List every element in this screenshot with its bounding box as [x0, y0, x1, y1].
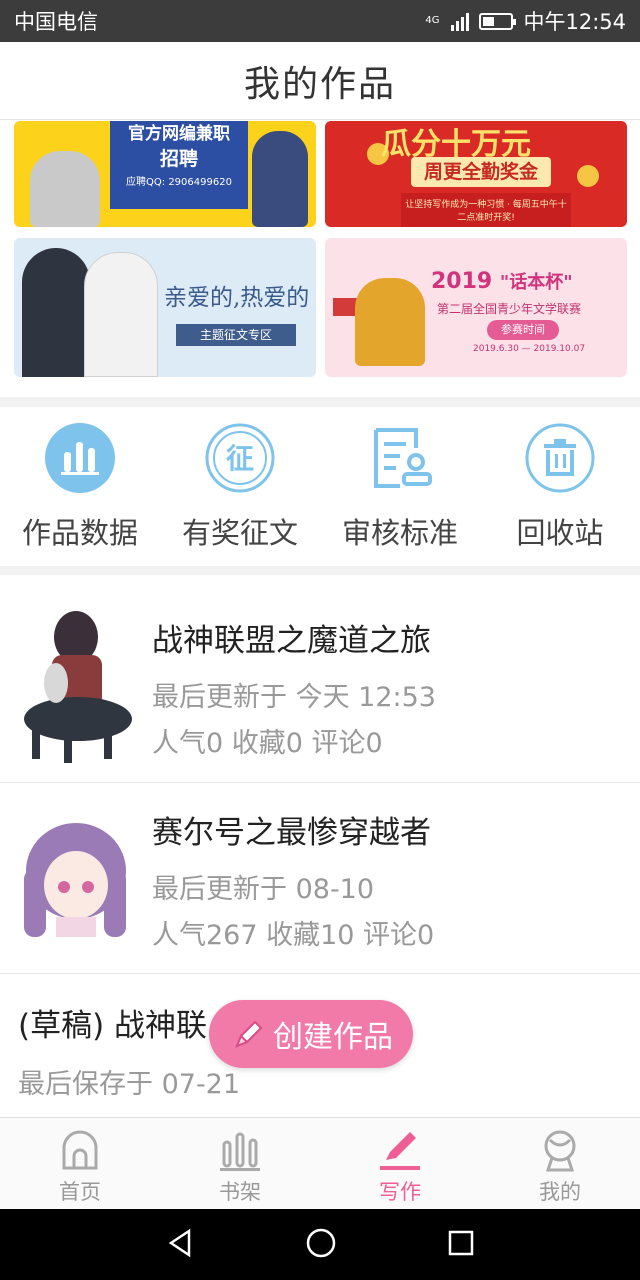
draft-title: (草稿) 战神联	[18, 1008, 208, 1044]
recruit-panel: 官方网编兼职 招聘 应聘QQ: 2906499620	[110, 121, 248, 209]
work-title: 战神联盟之魔道之旅	[152, 623, 431, 659]
nav-bookshelf[interactable]: 书架	[160, 1118, 320, 1209]
bar-chart-icon	[44, 422, 116, 494]
work-title: 赛尔号之最惨穿越者	[152, 815, 431, 851]
home-circle-icon[interactable]	[305, 1227, 337, 1263]
work-cover-image	[16, 819, 134, 937]
status-bar: 中国电信 4G 中午12:54	[0, 0, 640, 42]
work-updated: 最后更新于 今天 12:53	[152, 682, 436, 713]
action-work-data[interactable]: 作品数据	[0, 406, 160, 566]
svg-text:征: 征	[226, 442, 254, 475]
nav-profile[interactable]: 我的	[480, 1118, 640, 1209]
home-icon	[58, 1128, 102, 1172]
review-document-icon	[364, 422, 436, 494]
banner-grid: 官方网编兼职 招聘 应聘QQ: 2906499620 瓜分十万元 周更全勤奖金 …	[0, 121, 640, 397]
work-stats: 人气0 收藏0 评论0	[152, 728, 383, 759]
work-item[interactable]: 战神联盟之魔道之旅 最后更新于 今天 12:53 人气0 收藏0 评论0	[0, 575, 640, 783]
nav-home[interactable]: 首页	[0, 1118, 160, 1209]
trash-icon	[524, 422, 596, 494]
bookshelf-icon	[218, 1128, 262, 1172]
pen-icon	[229, 1016, 265, 1052]
banner-theme-contest[interactable]: 亲爱的,热爱的 主题征文专区	[14, 238, 316, 377]
network-type: 4G	[425, 15, 440, 26]
action-recycle-bin[interactable]: 回收站	[480, 406, 640, 566]
contest-icon: 征	[204, 422, 276, 494]
work-stats: 人气267 收藏10 评论0	[152, 920, 435, 951]
signal-icon	[451, 11, 470, 31]
coin-icon	[577, 165, 599, 187]
trophy-icon	[355, 278, 425, 366]
action-review-standard[interactable]: 审核标准	[320, 406, 480, 566]
pen-icon	[378, 1128, 422, 1172]
nav-writing[interactable]: 写作	[320, 1118, 480, 1209]
illustration-person	[84, 252, 158, 377]
battery-icon	[479, 12, 517, 30]
page-title: 我的作品	[0, 42, 640, 120]
system-nav-bar	[0, 1209, 640, 1280]
illustration-person	[30, 151, 100, 227]
illustration-person	[252, 131, 308, 227]
carrier-label: 中国电信	[14, 10, 98, 34]
work-cover-image	[16, 607, 134, 763]
clock: 中午12:54	[523, 10, 626, 34]
bottom-nav: 首页 书架 写作 我的	[0, 1117, 640, 1209]
create-work-label: 创建作品	[273, 1020, 393, 1055]
draft-saved: 最后保存于 07-21	[18, 1069, 241, 1100]
banner-huaben-cup[interactable]: 2019 "话本杯" 第二届全国青少年文学联赛 参赛时间 2019.6.30 —…	[325, 238, 627, 377]
back-icon[interactable]	[165, 1228, 195, 1262]
banner-bonus[interactable]: 瓜分十万元 周更全勤奖金 让坚持写作成为一种习惯 · 每周五中午十二点准时开奖!	[325, 121, 627, 227]
work-updated: 最后更新于 08-10	[152, 874, 375, 905]
illustration-person	[22, 248, 90, 377]
quick-actions: 作品数据 征 有奖征文 审核标准 回收站	[0, 406, 640, 566]
action-contest[interactable]: 征 有奖征文	[160, 406, 320, 566]
recent-apps-icon[interactable]	[447, 1229, 475, 1261]
profile-icon	[538, 1128, 582, 1172]
work-item[interactable]: 赛尔号之最惨穿越者 最后更新于 08-10 人气267 收藏10 评论0	[0, 783, 640, 974]
create-work-button[interactable]: 创建作品	[209, 1000, 413, 1068]
banner-recruit[interactable]: 官方网编兼职 招聘 应聘QQ: 2906499620	[14, 121, 316, 227]
status-icons: 4G 中午12:54	[425, 6, 626, 36]
